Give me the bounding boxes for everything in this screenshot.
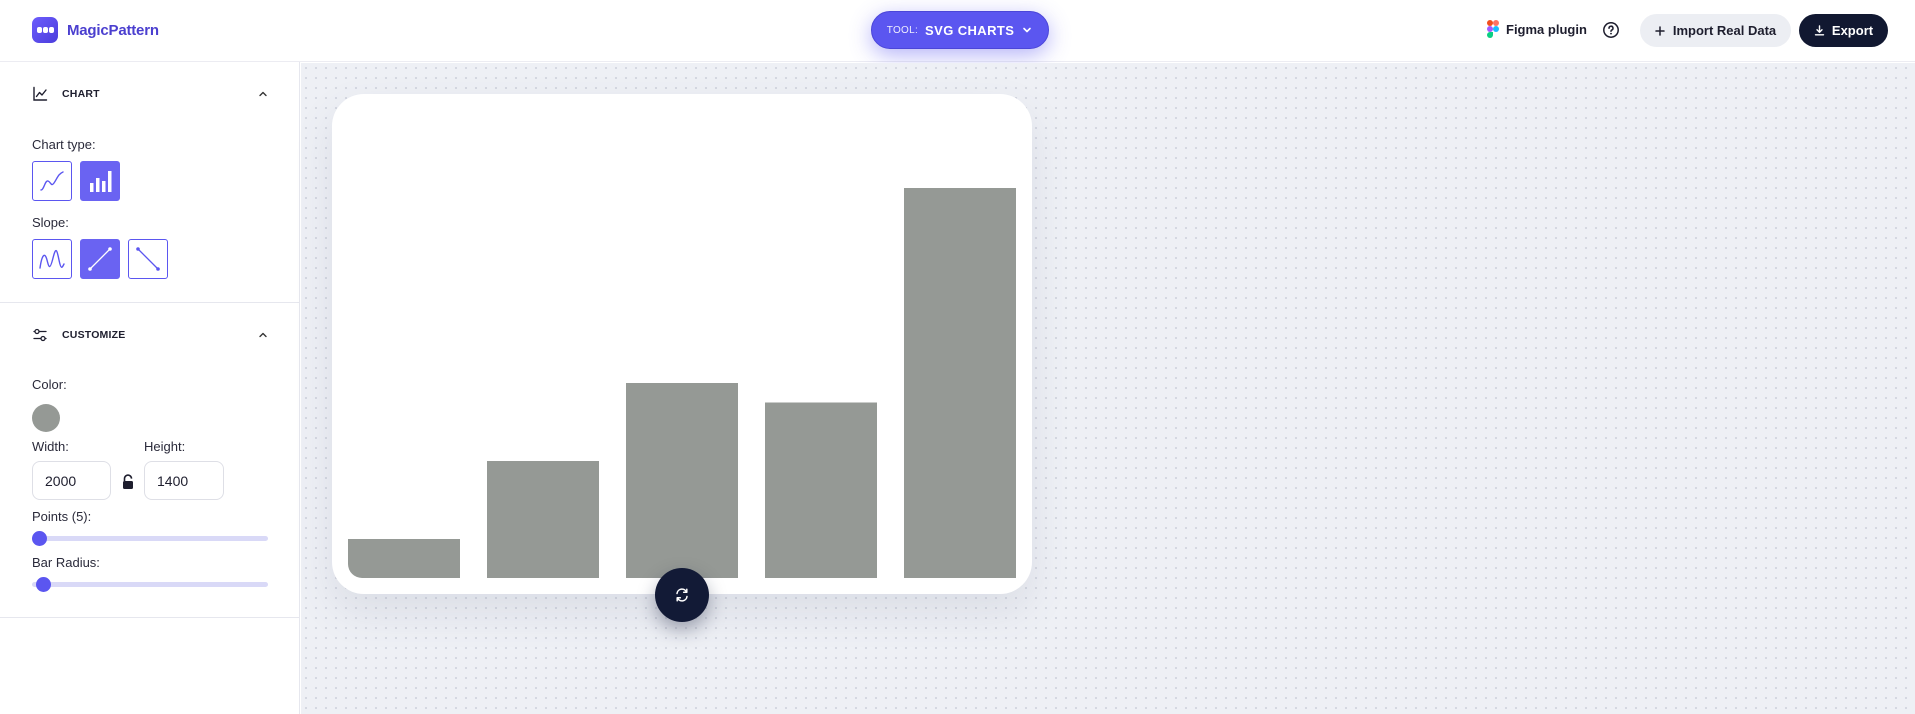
wave-slope-icon	[39, 250, 65, 269]
chart-card	[332, 94, 1032, 594]
logo-icon	[32, 17, 58, 43]
bar-chart	[348, 188, 1016, 578]
chevron-down-icon	[1023, 27, 1032, 33]
points-label: Points (5):	[32, 509, 92, 524]
chart-section-title: CHART	[62, 88, 100, 100]
line-chart-icon	[40, 171, 64, 191]
bar-2	[487, 461, 599, 578]
chart-type-label: Chart type:	[32, 137, 96, 152]
export-button-label: Export	[1831, 23, 1874, 38]
app-name: MagicPattern	[67, 21, 159, 39]
customize-section-title: CUSTOMIZE	[62, 329, 126, 341]
bar-5	[904, 188, 1016, 578]
figma-icon	[1487, 20, 1499, 38]
chevron-up-icon[interactable]	[258, 330, 268, 340]
width-label: Width:	[32, 439, 69, 454]
bar-1	[348, 539, 460, 578]
slope-label: Slope:	[32, 215, 69, 230]
height-input[interactable]	[144, 461, 224, 500]
width-input[interactable]	[32, 461, 111, 500]
color-swatch[interactable]	[32, 404, 60, 432]
figma-plugin-link[interactable]: Figma plugin	[1487, 20, 1587, 38]
height-label: Height:	[144, 439, 186, 454]
plus-icon	[1655, 25, 1665, 36]
bar-4	[765, 402, 877, 578]
bar-chart-icon	[90, 171, 112, 192]
points-slider[interactable]	[32, 531, 268, 546]
import-button-label: Import Real Data	[1672, 23, 1777, 38]
bar-radius-label: Bar Radius:	[32, 555, 100, 570]
slope-down-option[interactable]	[128, 239, 168, 279]
slope-up-icon	[88, 247, 112, 271]
slope-wave-option[interactable]	[32, 239, 72, 279]
figma-plugin-label: Figma plugin	[1506, 21, 1587, 37]
chart-section: CHART Chart type: Slope:	[0, 62, 300, 303]
export-button[interactable]: Export	[1799, 14, 1888, 47]
logo[interactable]: MagicPattern	[32, 17, 159, 43]
chevron-up-icon[interactable]	[258, 89, 268, 99]
points-slider-thumb[interactable]	[32, 531, 47, 546]
lock-icon[interactable]	[121, 474, 135, 490]
top-bar: MagicPattern TOOL: SVG CHARTS Figma plug…	[0, 0, 1915, 62]
color-label: Color:	[32, 377, 67, 392]
bar-3	[626, 383, 738, 578]
regenerate-button[interactable]	[655, 568, 709, 622]
tool-value-label: SVG CHARTS	[925, 22, 1015, 38]
sliders-icon	[33, 328, 47, 342]
slope-down-icon	[136, 247, 160, 271]
chart-line-icon	[33, 86, 48, 101]
refresh-icon	[676, 588, 688, 602]
points-slider-track[interactable]	[32, 536, 268, 541]
sidebar: CHART Chart type: Slope: CUSTOMIZE Color…	[0, 62, 300, 714]
bar-radius-slider[interactable]	[32, 577, 268, 592]
chart-type-bar-option[interactable]	[80, 161, 120, 201]
help-icon[interactable]	[1602, 21, 1620, 39]
slope-up-option[interactable]	[80, 239, 120, 279]
chart-section-header[interactable]: CHART	[32, 86, 268, 102]
download-icon	[1814, 25, 1825, 36]
tool-selector[interactable]: TOOL: SVG CHARTS	[871, 11, 1049, 49]
chart-type-line-option[interactable]	[32, 161, 72, 201]
tool-key-label: TOOL:	[886, 24, 919, 36]
import-real-data-button[interactable]: Import Real Data	[1640, 14, 1791, 47]
bar-radius-slider-thumb[interactable]	[36, 577, 52, 592]
bar-radius-slider-track[interactable]	[32, 582, 268, 587]
customize-section-header[interactable]: CUSTOMIZE	[32, 327, 268, 343]
